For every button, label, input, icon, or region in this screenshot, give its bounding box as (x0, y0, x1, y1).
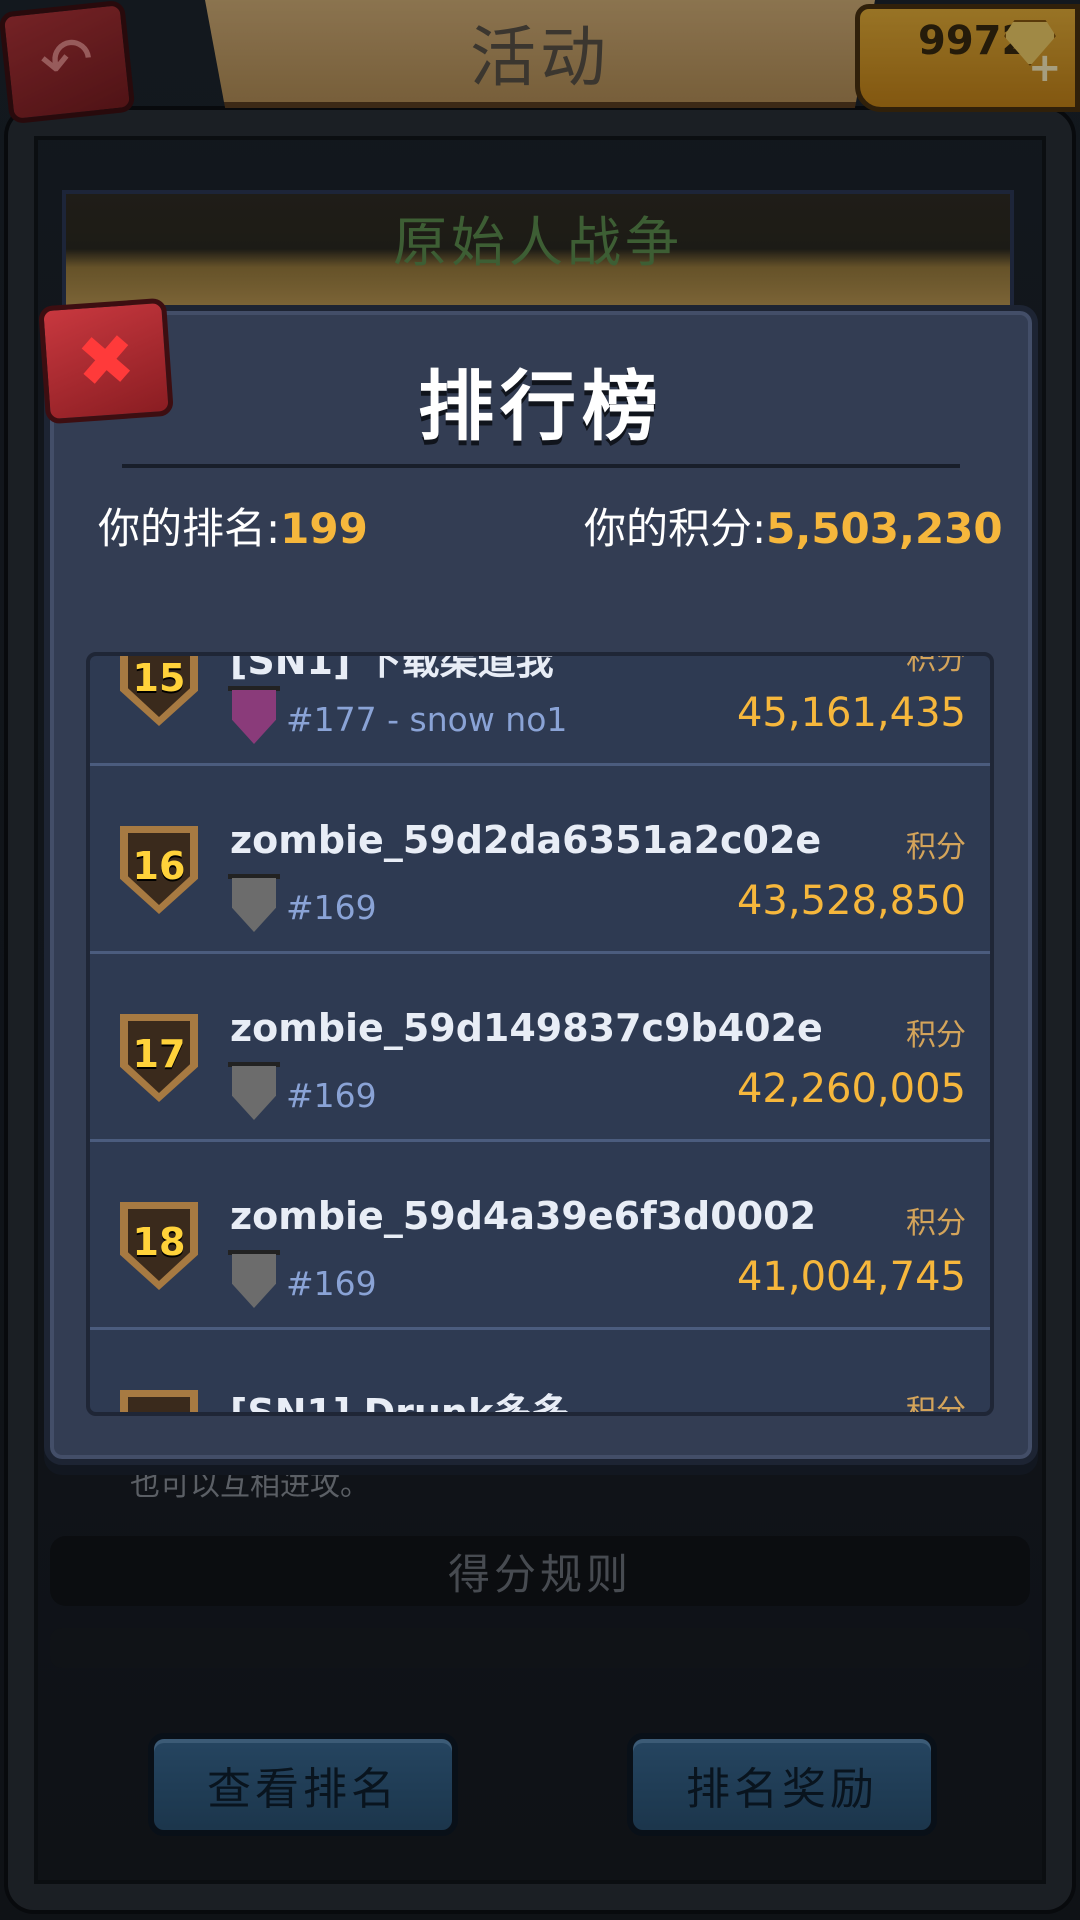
rank-number: 15 (132, 656, 186, 700)
rank-number: 17 (132, 1032, 186, 1076)
leaderboard-row[interactable]: 19 [SN1] Drunk多多 积分 (90, 1330, 990, 1416)
guild-rank: #169 (286, 1076, 377, 1115)
player-name: zombie_59d149837c9b402e (230, 1006, 823, 1050)
divider (122, 464, 960, 468)
banner-flag-icon (232, 1254, 276, 1308)
leaderboard-row[interactable]: 18 zombie_59d4a39e6f3d0002 #169 积分 41,00… (90, 1142, 990, 1330)
leaderboard-row[interactable]: 15 [SN1] 下载渠道我 #177 - snow no1 积分 45,161… (90, 652, 990, 766)
my-rank-value: 199 (280, 504, 368, 553)
score-value: 43,528,850 (736, 878, 966, 924)
player-name: [SN1] Drunk多多 (230, 1391, 570, 1416)
score-label: 积分 (906, 1018, 966, 1053)
guild-rank: #169 (286, 888, 377, 927)
player-name: zombie_59d4a39e6f3d0002 (230, 1194, 817, 1238)
leaderboard-list[interactable]: 15 [SN1] 下载渠道我 #177 - snow no1 积分 45,161… (86, 652, 994, 1416)
rank-number: 16 (132, 844, 186, 888)
my-rank-label: 你的排名: (98, 504, 281, 553)
leaderboard-title: 排行榜 (418, 362, 664, 451)
leaderboard-row[interactable]: 17 zombie_59d149837c9b402e #169 积分 42,26… (90, 954, 990, 1142)
player-name: [SN1] 下载渠道我 (230, 652, 554, 683)
leaderboard-scroll[interactable]: 15 [SN1] 下载渠道我 #177 - snow no1 积分 45,161… (90, 652, 990, 1416)
score-label: 积分 (906, 1394, 966, 1416)
my-score-value: 5,503,230 (766, 504, 1003, 553)
score-label: 积分 (906, 830, 966, 865)
banner-flag-icon (232, 690, 276, 744)
score-value: 42,260,005 (736, 1066, 966, 1112)
guild-rank: #169 (286, 1264, 377, 1303)
player-name: zombie_59d2da6351a2c02e (230, 818, 822, 862)
my-rank: 你的排名:199 (98, 495, 368, 556)
score-label: 积分 (906, 652, 966, 677)
guild-rank: #177 - snow no1 (286, 700, 568, 739)
score-label: 积分 (906, 1206, 966, 1241)
rank-number: 18 (132, 1220, 186, 1264)
score-value: 41,004,745 (736, 1254, 966, 1300)
my-score-label: 你的积分: (584, 504, 767, 553)
banner-flag-icon (232, 1066, 276, 1120)
banner-flag-icon (232, 878, 276, 932)
leaderboard-row[interactable]: 16 zombie_59d2da6351a2c02e #169 积分 43,52… (90, 766, 990, 954)
score-value: 45,161,435 (736, 690, 966, 736)
badge-inner (128, 1397, 190, 1412)
rank-number: 19 (120, 1408, 198, 1412)
my-score: 你的积分:5,503,230 (584, 495, 1003, 556)
